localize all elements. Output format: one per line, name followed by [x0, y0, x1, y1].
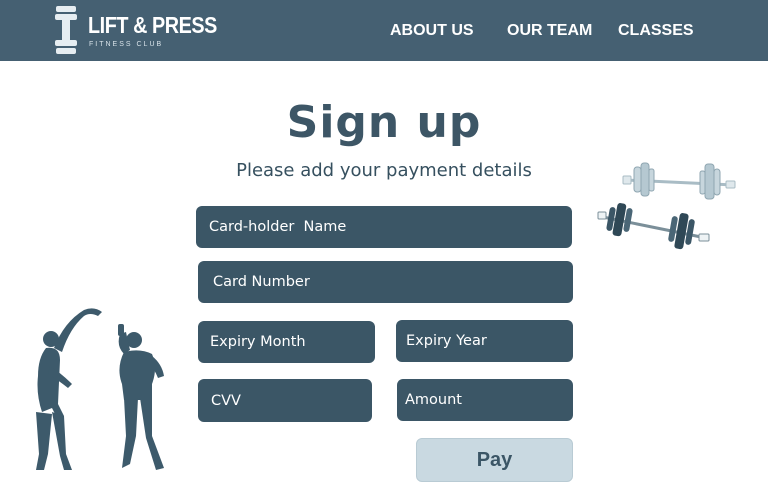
nav-link-about-us[interactable]: ABOUT US: [390, 22, 474, 40]
nav-link-classes[interactable]: CLASSES: [618, 22, 694, 40]
barbells-illustration: [597, 162, 736, 250]
cardholder-name-field[interactable]: [196, 206, 572, 248]
cvv-field[interactable]: [198, 379, 372, 422]
expiry-month-field[interactable]: [198, 321, 375, 363]
pay-button[interactable]: Pay: [416, 438, 573, 482]
page-title: Sign up: [286, 97, 482, 148]
stretching-people-illustration: [36, 308, 164, 470]
card-number-field[interactable]: [198, 261, 573, 303]
top-navbar: LIFT & PRESS FITNESS CLUB ABOUT US OUR T…: [0, 0, 768, 61]
dumbbell-logo-icon: [55, 6, 77, 54]
expiry-year-field[interactable]: [396, 320, 573, 362]
brand-name: LIFT & PRESS: [88, 12, 217, 38]
amount-field[interactable]: [397, 379, 573, 421]
brand-tagline: FITNESS CLUB: [89, 41, 164, 48]
nav-link-our-team[interactable]: OUR TEAM: [507, 22, 592, 40]
